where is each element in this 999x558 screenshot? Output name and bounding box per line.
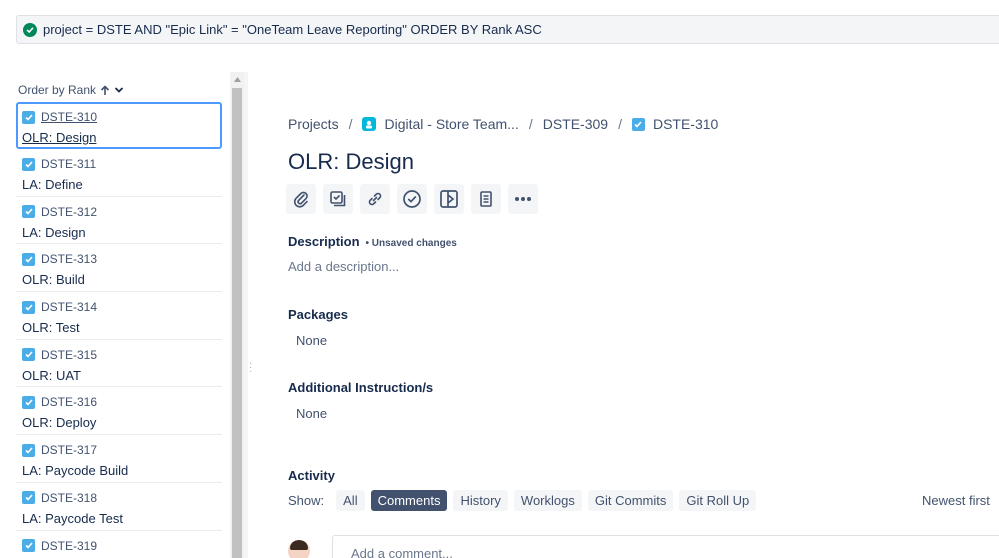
activity-filter-git-commits[interactable]: Git Commits — [587, 490, 674, 511]
scroll-up-arrow-icon[interactable] — [230, 72, 244, 86]
child-issue-icon — [330, 191, 346, 207]
task-type-icon — [22, 110, 35, 124]
breadcrumb-parent[interactable]: DSTE-309 — [543, 116, 608, 132]
issue-summary[interactable]: LA: Paycode Test — [22, 511, 222, 526]
scrollbar[interactable] — [230, 72, 244, 558]
issue-list-item[interactable]: DSTE-315 OLR: UAT — [16, 340, 222, 388]
check-circle-outline-icon — [403, 190, 421, 208]
arrow-up-icon[interactable] — [100, 84, 110, 96]
description-input[interactable]: Add a description... — [288, 259, 399, 274]
more-actions-button[interactable] — [508, 184, 538, 214]
issue-summary[interactable]: LA: Design — [22, 225, 222, 240]
instructions-value[interactable]: None — [296, 406, 327, 421]
app-panel-icon — [440, 190, 458, 208]
issue-key[interactable]: DSTE-318 — [41, 491, 97, 505]
issue-key[interactable]: DSTE-313 — [41, 252, 97, 266]
order-by-control[interactable]: Order by Rank — [18, 83, 124, 97]
add-child-issue-button[interactable] — [323, 184, 353, 214]
panel-divider[interactable] — [244, 72, 248, 558]
attach-button[interactable] — [286, 184, 316, 214]
packages-value[interactable]: None — [296, 333, 327, 348]
task-type-icon — [22, 205, 35, 219]
issue-summary[interactable]: LA: Define — [22, 177, 222, 192]
issue-key[interactable]: DSTE-315 — [41, 348, 97, 362]
description-section: Description • Unsaved changes — [288, 234, 457, 249]
link-issue-button[interactable] — [360, 184, 390, 214]
task-type-icon — [22, 348, 35, 362]
packages-label: Packages — [288, 307, 348, 322]
task-type-icon — [22, 443, 35, 457]
breadcrumb: Projects / Digital - Store Team... / DST… — [288, 116, 718, 132]
issue-summary[interactable]: OLR: Test — [22, 320, 222, 335]
task-type-icon — [22, 252, 35, 266]
jql-bar[interactable]: project = DSTE AND "Epic Link" = "OneTea… — [16, 15, 999, 44]
activity-filter-comments[interactable]: Comments — [370, 490, 448, 511]
task-type-icon — [22, 539, 35, 552]
issue-key[interactable]: DSTE-316 — [41, 395, 97, 409]
issue-key[interactable]: DSTE-317 — [41, 443, 97, 457]
paperclip-icon — [293, 191, 308, 208]
breadcrumb-projects[interactable]: Projects — [288, 116, 339, 132]
task-type-icon — [22, 395, 35, 409]
breadcrumb-separator: / — [618, 116, 622, 132]
task-type-icon — [22, 491, 35, 505]
breadcrumb-separator: / — [348, 116, 353, 132]
issue-list-item[interactable]: DSTE-318 LA: Paycode Test — [16, 483, 222, 531]
issue-list: DSTE-310 OLR: Design DSTE-311 LA: Define DST… — [16, 102, 222, 558]
issue-title[interactable]: OLR: Design — [288, 149, 414, 175]
sort-order-button[interactable]: Newest first — [922, 493, 990, 508]
task-type-icon — [22, 157, 35, 171]
breadcrumb-current[interactable]: DSTE-310 — [653, 116, 718, 132]
issue-key[interactable]: DSTE-312 — [41, 205, 97, 219]
issue-list-item[interactable]: DSTE-316 OLR: Deploy — [16, 387, 222, 436]
scroll-thumb[interactable] — [232, 88, 242, 558]
activity-filter-git-roll-up[interactable]: Git Roll Up — [679, 490, 757, 511]
status-button[interactable] — [397, 184, 427, 214]
order-by-label: Order by Rank — [18, 83, 97, 97]
sort-order-label: Newest first — [922, 493, 990, 508]
avatar — [288, 540, 310, 558]
jql-query: project = DSTE AND "Epic Link" = "OneTea… — [43, 22, 542, 37]
issue-list-item[interactable]: DSTE-310 OLR: Design — [16, 102, 222, 149]
issue-key[interactable]: DSTE-314 — [41, 300, 97, 314]
issue-key[interactable]: DSTE-310 — [41, 110, 97, 124]
comment-input[interactable]: Add a comment... — [332, 535, 999, 558]
activity-filter-all[interactable]: All — [336, 490, 365, 511]
issue-list-item[interactable]: DSTE-314 OLR: Test — [16, 292, 222, 340]
issue-summary[interactable]: OLR: Design — [22, 130, 220, 145]
check-circle-icon — [23, 22, 37, 37]
issue-list-item[interactable]: DSTE-311 LA: Define — [16, 149, 222, 197]
chevron-down-icon[interactable] — [114, 85, 124, 95]
issue-list-item[interactable]: DSTE-317 LA: Paycode Build — [16, 435, 222, 483]
unsaved-changes-badge: • Unsaved changes — [365, 238, 457, 249]
issue-toolbar — [286, 184, 538, 214]
activity-filters: Show: All Comments History Worklogs Git Comm… — [288, 490, 757, 511]
document-icon — [480, 191, 492, 207]
more-horizontal-icon — [515, 197, 531, 201]
breadcrumb-separator: / — [528, 116, 533, 132]
resize-handle-icon[interactable]: · · · — [249, 359, 252, 377]
activity-label: Activity — [288, 468, 335, 483]
issue-key[interactable]: DSTE-319 — [41, 539, 97, 553]
document-button[interactable] — [471, 184, 501, 214]
issue-summary[interactable]: OLR: Build — [22, 272, 222, 287]
show-label: Show: — [288, 493, 325, 508]
task-type-icon — [22, 300, 35, 314]
link-icon — [368, 192, 382, 206]
task-type-icon — [631, 117, 645, 131]
app-integration-button[interactable] — [434, 184, 464, 214]
issue-list-item[interactable]: DSTE-319 — [16, 531, 222, 558]
issue-summary[interactable]: OLR: UAT — [22, 368, 222, 383]
issue-summary[interactable]: OLR: Deploy — [22, 415, 222, 430]
activity-filter-worklogs[interactable]: Worklogs — [513, 490, 582, 511]
breadcrumb-project[interactable]: Digital - Store Team... — [384, 116, 518, 132]
description-label: Description — [288, 234, 360, 249]
issue-key[interactable]: DSTE-311 — [41, 157, 96, 171]
instructions-label: Additional Instruction/s — [288, 380, 434, 395]
activity-filter-history[interactable]: History — [453, 490, 508, 511]
issue-list-item[interactable]: DSTE-312 LA: Design — [16, 197, 222, 245]
issue-list-item[interactable]: DSTE-313 OLR: Build — [16, 244, 222, 293]
issue-summary[interactable]: LA: Paycode Build — [22, 463, 222, 478]
project-avatar-icon — [362, 117, 377, 131]
